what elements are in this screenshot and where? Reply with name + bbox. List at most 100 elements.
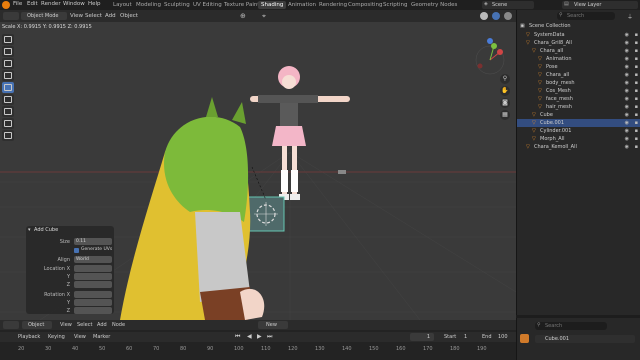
render-camera-icon[interactable]: ▪ (635, 143, 638, 151)
outliner-row[interactable]: ▽ Chara_all ◉ ▪ (517, 47, 640, 55)
cursor-tool-icon[interactable] (2, 46, 14, 57)
visibility-eye-icon[interactable]: ◉ (625, 47, 629, 55)
end-value[interactable]: 100 (498, 334, 508, 340)
outliner-row[interactable]: ▽ Chara_all ◉ ▪ (517, 71, 640, 79)
render-camera-icon[interactable]: ▪ (635, 95, 638, 103)
outliner-row[interactable]: ▽ hair_mesh ◉ ▪ (517, 103, 640, 111)
visibility-eye-icon[interactable]: ◉ (625, 143, 629, 151)
outliner-row[interactable]: ▽ Cos_Mesh ◉ ▪ (517, 87, 640, 95)
mode-selector[interactable]: Object Mode (21, 12, 67, 20)
zoom-icon[interactable]: ⚲ (500, 74, 510, 84)
marker-menu[interactable]: Marker (93, 334, 110, 340)
visibility-eye-icon[interactable]: ◉ (625, 55, 629, 63)
blender-logo-icon[interactable] (2, 1, 10, 9)
menu-edit[interactable]: Edit (27, 1, 38, 7)
outliner-row[interactable]: ▽ face_mesh ◉ ▪ (517, 95, 640, 103)
viewport-menu-object[interactable]: Object (120, 11, 138, 21)
outliner-row[interactable]: ▽ Cube.001 ◉ ▪ (517, 119, 640, 127)
scale-tool-icon[interactable] (2, 82, 14, 93)
rotation-y-field[interactable] (74, 299, 112, 306)
camera-view-icon[interactable]: ◙ (500, 98, 510, 108)
outliner-row[interactable]: ▽ body_mesh ◉ ▪ (517, 79, 640, 87)
outliner-row[interactable]: ▽ Animation ◉ ▪ (517, 55, 640, 63)
render-camera-icon[interactable]: ▪ (635, 103, 638, 111)
render-camera-icon[interactable]: ▪ (635, 135, 638, 143)
shading-rendered-icon[interactable] (504, 12, 512, 20)
move-tool-icon[interactable] (2, 58, 14, 69)
menu-render[interactable]: Render (41, 1, 61, 7)
generate-uvs-checkbox[interactable] (74, 248, 79, 253)
menu-help[interactable]: Help (88, 1, 101, 7)
viewport-menu-add[interactable]: Add (105, 11, 116, 21)
render-camera-icon[interactable]: ▪ (635, 119, 638, 127)
panel-collapse-icon[interactable]: ▾ (28, 227, 31, 233)
visibility-eye-icon[interactable]: ◉ (625, 39, 629, 47)
shading-solid-icon[interactable] (480, 12, 488, 20)
render-camera-icon[interactable]: ▪ (635, 63, 638, 71)
size-field[interactable]: 0.11 (74, 238, 112, 245)
object-name-field[interactable]: Cube.001 (535, 335, 635, 343)
tab-shading[interactable]: Shading (258, 1, 287, 9)
outliner-row[interactable]: ▽ Chara_Gril8_All ◉ ▪ (517, 39, 640, 47)
editor-type-button[interactable] (3, 12, 19, 20)
jump-start-icon[interactable]: ⏮ (235, 333, 240, 341)
visibility-eye-icon[interactable]: ◉ (625, 127, 629, 135)
outliner-filter-icon[interactable]: ⏚ (627, 12, 635, 21)
play-icon[interactable]: ▶ (257, 333, 262, 340)
snap-icon[interactable]: ⌖ (262, 12, 272, 20)
node-menu-select[interactable]: Select (77, 322, 92, 328)
measure-tool-icon[interactable] (2, 118, 14, 129)
pan-hand-icon[interactable]: ✋ (500, 86, 510, 96)
panel-title[interactable]: Add Cube (34, 227, 58, 233)
timeline-ruler[interactable]: 20 30 40 50 60 70 80 90 100 110 120 130 140 150 160 170… (0, 344, 516, 360)
visibility-eye-icon[interactable]: ◉ (625, 95, 629, 103)
visibility-eye-icon[interactable]: ◉ (625, 103, 629, 111)
visibility-eye-icon[interactable]: ◉ (625, 63, 629, 71)
render-camera-icon[interactable]: ▪ (635, 111, 638, 119)
align-dropdown[interactable]: World (74, 256, 112, 263)
tab-texture-paint[interactable]: Texture Paint (221, 1, 263, 9)
render-camera-icon[interactable]: ▪ (635, 47, 638, 55)
viewport-menu-select[interactable]: Select (85, 11, 102, 21)
rotate-tool-icon[interactable] (2, 70, 14, 81)
outliner-row[interactable]: ▽ Cube ◉ ▪ (517, 111, 640, 119)
scene-selector[interactable]: ◈ Scene (482, 1, 534, 9)
start-value[interactable]: 1 (464, 334, 467, 340)
tab-scripting[interactable]: Scripting (380, 1, 410, 9)
viewport-menu-view[interactable]: View (70, 11, 83, 21)
playback-menu[interactable]: Playback (18, 334, 40, 340)
tab-animation[interactable]: Animation (285, 1, 319, 9)
render-camera-icon[interactable]: ▪ (635, 87, 638, 95)
menu-file[interactable]: File (13, 1, 22, 7)
visibility-eye-icon[interactable]: ◉ (625, 87, 629, 95)
add-cube-tool-icon[interactable] (2, 130, 14, 141)
location-y-field[interactable] (74, 273, 112, 280)
location-x-field[interactable] (74, 265, 112, 272)
shading-material-icon[interactable] (492, 12, 500, 20)
outliner-row[interactable]: ▽ SystemData ◉ ▪ (517, 31, 640, 39)
outliner-row[interactable]: ▽ Morph_All ◉ ▪ (517, 135, 640, 143)
transform-tool-icon[interactable] (2, 94, 14, 105)
timeline-view-menu[interactable]: View (74, 334, 86, 340)
tab-geometry-nodes[interactable]: Geometry Nodes (408, 1, 460, 9)
rotation-z-field[interactable] (74, 307, 112, 314)
new-material-button[interactable]: New (258, 321, 288, 329)
location-z-field[interactable] (74, 281, 112, 288)
annotate-tool-icon[interactable] (2, 106, 14, 117)
tab-modeling[interactable]: Modeling (133, 1, 164, 9)
visibility-eye-icon[interactable]: ◉ (625, 111, 629, 119)
tab-sculpting[interactable]: Sculpting (161, 1, 193, 9)
node-menu-node[interactable]: Node (112, 322, 125, 328)
keying-menu[interactable]: Keying (48, 334, 65, 340)
navigation-gizmo[interactable] (475, 38, 505, 75)
outliner-row[interactable]: ▽ Cylinder.001 ◉ ▪ (517, 127, 640, 135)
object-properties-tab-icon[interactable] (520, 334, 529, 343)
outliner-row-scene-collection[interactable]: ▣ Scene Collection (517, 22, 640, 30)
node-menu-view[interactable]: View (60, 322, 72, 328)
play-reverse-icon[interactable]: ◀ (247, 333, 252, 340)
object-dropdown[interactable]: Object (22, 321, 52, 329)
node-menu-add[interactable]: Add (97, 322, 107, 328)
visibility-eye-icon[interactable]: ◉ (625, 119, 629, 127)
render-camera-icon[interactable]: ▪ (635, 31, 638, 39)
visibility-eye-icon[interactable]: ◉ (625, 71, 629, 79)
